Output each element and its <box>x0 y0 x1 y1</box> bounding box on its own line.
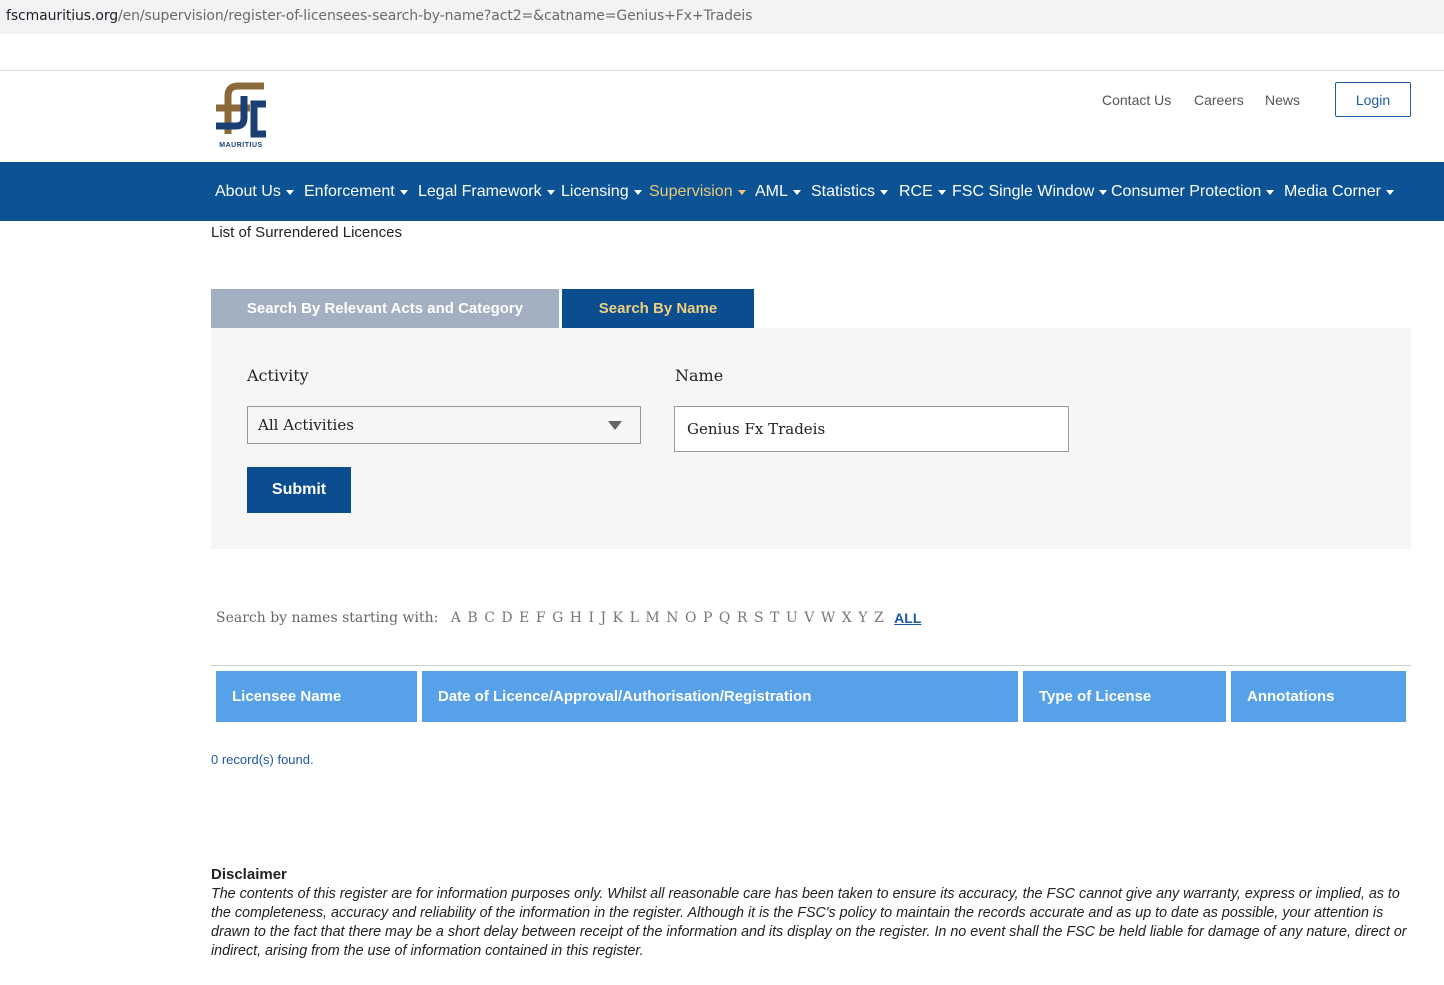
nav-label: Consumer Protection <box>1111 183 1262 200</box>
col-annotations[interactable]: Annotations <box>1231 671 1406 722</box>
browser-url-bar[interactable]: fscmauritius.org/en/supervision/register… <box>0 0 1444 34</box>
header-divider <box>0 70 1444 71</box>
news-link[interactable]: News <box>1265 92 1300 108</box>
activity-label: Activity <box>247 366 309 385</box>
caret-down-icon <box>1385 190 1394 196</box>
alphabet-letter-a[interactable]: A <box>451 610 461 626</box>
nav-about-us[interactable]: About Us <box>215 183 294 201</box>
nav-label: Enforcement <box>304 183 395 200</box>
alphabet-letter-f[interactable]: F <box>536 610 546 626</box>
col-type-of-license[interactable]: Type of License <box>1023 671 1226 722</box>
careers-link[interactable]: Careers <box>1194 92 1244 108</box>
nav-licensing[interactable]: Licensing <box>561 183 642 201</box>
alphabet-letter-l[interactable]: L <box>630 610 639 626</box>
contact-us-link[interactable]: Contact Us <box>1102 92 1171 108</box>
caret-down-icon <box>937 190 946 196</box>
caret-down-icon <box>399 190 408 196</box>
alphabet-letter-p[interactable]: P <box>703 610 712 626</box>
nav-label: Media Corner <box>1284 183 1381 200</box>
nav-label: About Us <box>215 183 281 200</box>
nav-label: RCE <box>899 183 933 200</box>
logo-caption: MAURITIUS <box>219 142 263 149</box>
nav-label: Licensing <box>561 183 629 200</box>
alphabet-letter-n[interactable]: N <box>666 610 678 626</box>
login-button[interactable]: Login <box>1335 82 1411 117</box>
alphabet-letter-g[interactable]: G <box>552 610 563 626</box>
nav-rce[interactable]: RCE <box>899 183 946 201</box>
nav-label: Statistics <box>811 183 876 200</box>
alphabet-filter: Search by names starting with: ABCDEFGHI… <box>216 610 928 626</box>
nav-consumer-protection[interactable]: Consumer Protection <box>1111 183 1275 201</box>
name-label: Name <box>675 366 724 385</box>
disclaimer-title: Disclaimer <box>211 866 287 883</box>
records-count: 0 record(s) found. <box>211 752 314 767</box>
activity-select[interactable]: All Activities <box>247 406 641 444</box>
alphabet-all-link[interactable]: ALL <box>894 610 921 626</box>
activity-select-value: All Activities <box>258 416 354 434</box>
nav-aml[interactable]: AML <box>755 183 801 201</box>
alphabet-letter-x[interactable]: X <box>842 610 852 626</box>
alphabet-letter-y[interactable]: Y <box>858 610 867 626</box>
caret-down-icon <box>546 190 555 196</box>
alphabet-letter-i[interactable]: I <box>589 610 595 626</box>
alphabet-letter-e[interactable]: E <box>519 610 529 626</box>
caret-down-icon <box>792 190 801 196</box>
alphabet-letter-c[interactable]: C <box>484 610 495 626</box>
nav-label: Supervision <box>649 183 733 200</box>
nav-legal-framework[interactable]: Legal Framework <box>418 183 555 201</box>
nav-label: FSC Single Window <box>952 183 1095 200</box>
submit-button[interactable]: Submit <box>247 467 351 513</box>
dropdown-arrow-icon <box>608 421 622 430</box>
alphabet-letter-m[interactable]: M <box>645 610 659 626</box>
caret-down-icon <box>880 190 889 196</box>
disclaimer-text: The contents of this register are for in… <box>211 886 1407 959</box>
nav-media-corner[interactable]: Media Corner <box>1284 183 1394 201</box>
name-input[interactable]: Genius Fx Tradeis <box>674 406 1069 452</box>
alphabet-letter-h[interactable]: H <box>570 610 582 626</box>
nav-label: Legal Framework <box>418 183 542 200</box>
alphabet-letter-s[interactable]: S <box>754 610 764 626</box>
col-licensee-name[interactable]: Licensee Name <box>216 671 417 722</box>
name-input-value: Genius Fx Tradeis <box>687 420 826 438</box>
alphabet-letter-u[interactable]: U <box>786 610 798 626</box>
alphabet-letter-v[interactable]: V <box>804 610 814 626</box>
caret-down-icon <box>285 190 294 196</box>
alphabet-letter-j[interactable]: J <box>601 610 607 626</box>
col-date-of-licence[interactable]: Date of Licence/Approval/Authorisation/R… <box>422 671 1018 722</box>
alphabet-letter-b[interactable]: B <box>467 610 477 626</box>
caret-down-icon <box>1099 190 1108 196</box>
caret-down-icon <box>633 190 642 196</box>
nav-label: AML <box>755 183 788 200</box>
surrendered-licences-link[interactable]: List of Surrendered Licences <box>211 224 402 241</box>
alphabet-letter-d[interactable]: D <box>501 610 512 626</box>
caret-down-icon <box>737 190 746 196</box>
alphabet-letter-o[interactable]: O <box>685 610 696 626</box>
alphabet-letter-w[interactable]: W <box>821 610 835 626</box>
nav-statistics[interactable]: Statistics <box>811 183 889 201</box>
tab-search-by-acts[interactable]: Search By Relevant Acts and Category <box>211 289 559 328</box>
fsc-logo[interactable]: MAURITIUS <box>214 82 268 152</box>
alphabet-letter-q[interactable]: Q <box>719 610 730 626</box>
url-text[interactable]: fscmauritius.org/en/supervision/register… <box>6 8 752 24</box>
alphabet-prefix: Search by names starting with: <box>216 610 439 626</box>
table-top-border <box>211 665 1411 666</box>
nav-fsc-single-window[interactable]: FSC Single Window <box>952 183 1108 201</box>
alphabet-letters: A B C D E F G H I J K L M N O P Q R S T U V W X Y Z ALL <box>451 610 928 626</box>
alphabet-letter-k[interactable]: K <box>613 610 623 626</box>
nav-supervision[interactable]: Supervision <box>649 183 746 201</box>
main-navigation: About Us Enforcement Legal Framework Lic… <box>0 162 1444 221</box>
alphabet-letter-z[interactable]: Z <box>874 610 884 626</box>
nav-enforcement[interactable]: Enforcement <box>304 183 408 201</box>
caret-down-icon <box>1266 190 1275 196</box>
fsc-logo-mark <box>216 82 266 138</box>
alphabet-letter-t[interactable]: T <box>770 610 779 626</box>
tab-search-by-name[interactable]: Search By Name <box>562 289 754 328</box>
alphabet-letter-r[interactable]: R <box>737 610 748 626</box>
